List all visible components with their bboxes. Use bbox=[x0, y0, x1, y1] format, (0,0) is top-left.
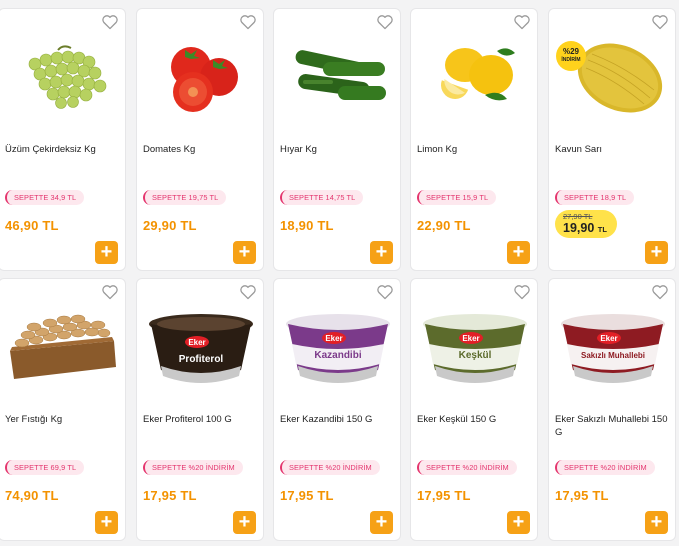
add-to-cart-button[interactable]: + bbox=[507, 511, 530, 534]
add-to-cart-button[interactable]: + bbox=[233, 511, 256, 534]
product-image-kazandibi[interactable]: Eker Kazandibi bbox=[274, 297, 400, 397]
cup-brand: Eker bbox=[188, 338, 205, 347]
sepette-badge: SEPETTE %20 İNDİRİM bbox=[280, 460, 380, 475]
product-price: 46,90 TL bbox=[5, 218, 59, 233]
product-price: 19,90 TL bbox=[563, 221, 607, 235]
cup-label: Profiterol bbox=[179, 354, 224, 365]
product-image-peanuts[interactable] bbox=[0, 297, 125, 397]
sepette-badge: SEPETTE %20 İNDİRİM bbox=[555, 460, 655, 475]
product-name[interactable]: Yer Fıstığı Kg bbox=[5, 413, 123, 426]
discount-badge: %29 İNDİRİM bbox=[556, 41, 586, 71]
product-card[interactable]: %29 İNDİRİM Kavun Sarı SEPETTE 18,9 TL 27… bbox=[548, 8, 676, 271]
add-to-cart-button[interactable]: + bbox=[95, 511, 118, 534]
product-image-tomatoes[interactable] bbox=[137, 27, 263, 127]
product-card[interactable]: Eker Kazandibi Eker Kazandibi 150 G SEPE… bbox=[273, 278, 401, 541]
sepette-badge: SEPETTE %20 İNDİRİM bbox=[143, 460, 243, 475]
product-card[interactable]: Hıyar Kg SEPETTE 14,75 TL 18,90 TL + bbox=[273, 8, 401, 271]
product-card[interactable]: Domates Kg SEPETTE 19,75 TL 29,90 TL + bbox=[136, 8, 264, 271]
sepette-badge: SEPETTE 69,9 TL bbox=[5, 460, 85, 475]
sepette-badge: SEPETTE 14,75 TL bbox=[280, 190, 364, 205]
cup-brand: Eker bbox=[462, 334, 479, 343]
sepette-badge: SEPETTE 18,9 TL bbox=[555, 190, 635, 205]
product-price: 17,95 TL bbox=[143, 488, 197, 503]
product-image-grapes[interactable] bbox=[0, 27, 125, 127]
cup-label: Keşkül bbox=[459, 350, 492, 361]
product-price: 22,90 TL bbox=[417, 218, 471, 233]
sepette-badge: SEPETTE %20 İNDİRİM bbox=[417, 460, 517, 475]
product-image-cucumbers[interactable] bbox=[274, 27, 400, 127]
add-to-cart-button[interactable]: + bbox=[645, 241, 668, 264]
product-card[interactable]: Eker Keşkül Eker Keşkül 150 G SEPETTE %2… bbox=[410, 278, 538, 541]
product-grid: Üzüm Çekirdeksiz Kg SEPETTE 34,9 TL 46,9… bbox=[0, 0, 679, 546]
product-name[interactable]: Eker Profiterol 100 G bbox=[143, 413, 261, 426]
sepette-badge: SEPETTE 19,75 TL bbox=[143, 190, 227, 205]
sepette-badge: SEPETTE 34,9 TL bbox=[5, 190, 85, 205]
add-to-cart-button[interactable]: + bbox=[370, 241, 393, 264]
product-name[interactable]: Limon Kg bbox=[417, 143, 535, 156]
product-image-muhallebi[interactable]: Eker Sakızlı Muhallebi bbox=[549, 297, 675, 397]
cup-brand: Eker bbox=[325, 334, 342, 343]
product-name[interactable]: Hıyar Kg bbox=[280, 143, 398, 156]
product-name[interactable]: Üzüm Çekirdeksiz Kg bbox=[5, 143, 123, 156]
add-to-cart-button[interactable]: + bbox=[507, 241, 530, 264]
product-price: 17,95 TL bbox=[555, 488, 609, 503]
product-card[interactable]: Yer Fıstığı Kg SEPETTE 69,9 TL 74,90 TL … bbox=[0, 278, 126, 541]
product-card[interactable]: Eker Sakızlı Muhallebi Eker Sakızlı Muha… bbox=[548, 278, 676, 541]
product-price: 18,90 TL bbox=[280, 218, 334, 233]
product-card[interactable]: Üzüm Çekirdeksiz Kg SEPETTE 34,9 TL 46,9… bbox=[0, 8, 126, 271]
product-image-keskul[interactable]: Eker Keşkül bbox=[411, 297, 537, 397]
add-to-cart-button[interactable]: + bbox=[95, 241, 118, 264]
product-price: 17,95 TL bbox=[417, 488, 471, 503]
product-image-lemons[interactable] bbox=[411, 27, 537, 127]
product-price: 29,90 TL bbox=[143, 218, 197, 233]
cup-brand: Eker bbox=[600, 334, 617, 343]
product-image-profiterol[interactable]: Eker Profiterol bbox=[137, 297, 263, 397]
product-price: 17,95 TL bbox=[280, 488, 334, 503]
cup-label: Sakızlı Muhallebi bbox=[581, 351, 645, 360]
product-card[interactable]: Limon Kg SEPETTE 15,9 TL 22,90 TL + bbox=[410, 8, 538, 271]
product-name[interactable]: Kavun Sarı bbox=[555, 143, 673, 156]
product-name[interactable]: Domates Kg bbox=[143, 143, 261, 156]
product-card[interactable]: Eker Profiterol Eker Profiterol 100 G SE… bbox=[136, 278, 264, 541]
product-name[interactable]: Eker Keşkül 150 G bbox=[417, 413, 535, 426]
product-price: 74,90 TL bbox=[5, 488, 59, 503]
add-to-cart-button[interactable]: + bbox=[645, 511, 668, 534]
product-name[interactable]: Eker Kazandibi 150 G bbox=[280, 413, 398, 426]
add-to-cart-button[interactable]: + bbox=[370, 511, 393, 534]
cup-label: Kazandibi bbox=[314, 350, 361, 361]
add-to-cart-button[interactable]: + bbox=[233, 241, 256, 264]
sepette-badge: SEPETTE 15,9 TL bbox=[417, 190, 497, 205]
product-name[interactable]: Eker Sakızlı Muhallebi 150 G bbox=[555, 413, 673, 439]
old-price: 27,90 TL bbox=[563, 212, 593, 221]
promo-price-box: 27,90 TL 19,90 TL bbox=[555, 210, 617, 238]
